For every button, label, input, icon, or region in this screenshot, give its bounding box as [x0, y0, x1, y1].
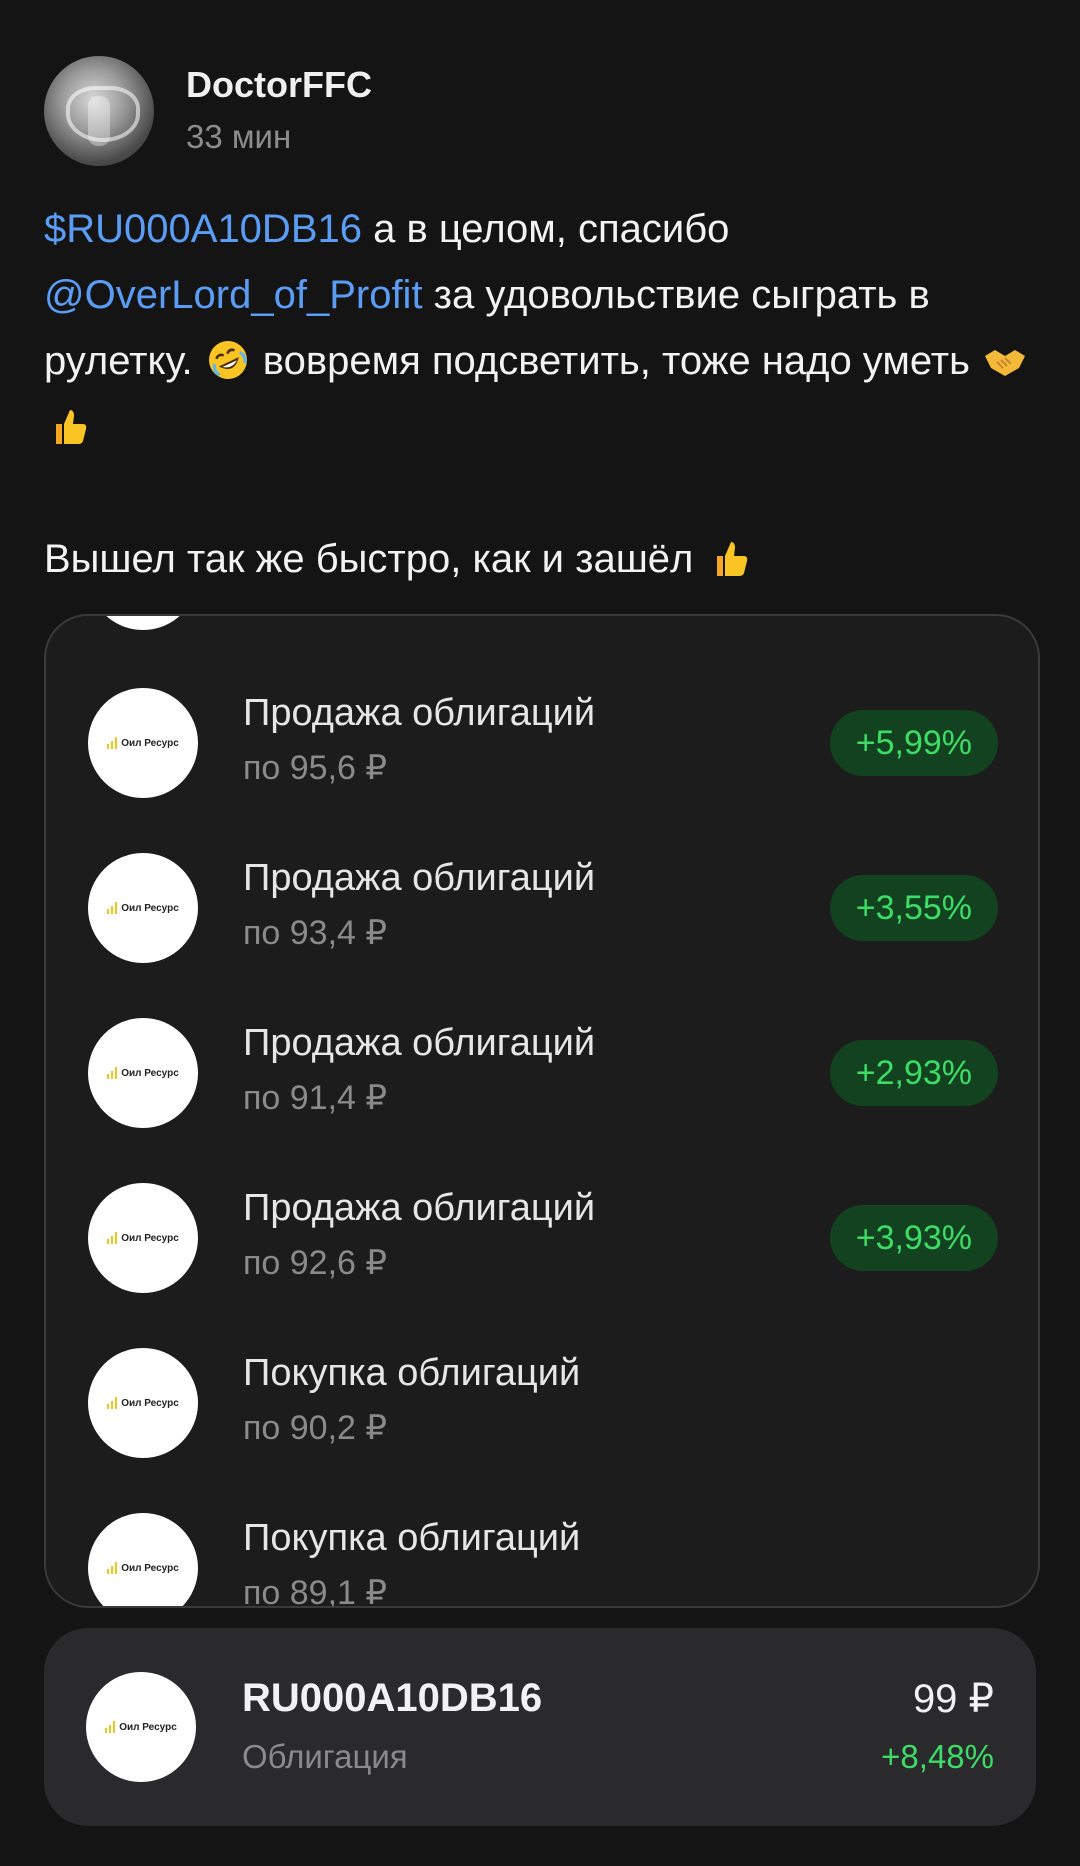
post-text-part-1: а в целом, спасибо	[362, 207, 730, 251]
oil-resource-logo-icon: Оил Ресурс	[86, 1672, 196, 1782]
list-item: Оил Ресурс Продажа облигаций по 92,6 ₽ +…	[88, 1183, 998, 1293]
list-item: Оил Ресурс Продажа облигаций по 95,6 ₽ +…	[88, 688, 998, 798]
row-subtitle: по 89,1 ₽	[243, 1574, 388, 1608]
oil-resource-logo-icon: Оил Ресурс	[88, 1018, 198, 1128]
post-text-part-3: вовремя подсветить, тоже надо уметь	[251, 339, 982, 383]
row-subtitle: по 95,6 ₽	[243, 749, 388, 787]
author-name[interactable]: DoctorFFC	[186, 63, 372, 107]
row-title: Продажа облигаций	[243, 1187, 596, 1229]
oil-resource-logo-icon: Оил Ресурс	[88, 1348, 198, 1458]
list-item: Оил Ресурс Покупка облигаций по 89,1 ₽	[88, 1513, 998, 1608]
profit-badge: +3,55%	[829, 875, 998, 941]
instrument-change: +8,48%	[881, 1738, 994, 1775]
instrument-card[interactable]: Оил Ресурс RU000A10DB16 Облигация 99 ₽ +…	[44, 1628, 1036, 1826]
oil-resource-logo-icon: Оил Ресурс	[88, 1183, 198, 1293]
oil-resource-logo-icon: Оил Ресурс	[88, 853, 198, 963]
cropped-row-top	[46, 616, 1038, 630]
rolling-on-floor-laughing-emoji-icon	[208, 341, 247, 379]
row-subtitle: по 92,6 ₽	[243, 1244, 388, 1282]
thumbs-up-icon	[56, 410, 87, 444]
row-title: Покупка облигаций	[243, 1517, 581, 1559]
list-item: Оил Ресурс Продажа облигаций по 91,4 ₽ +…	[88, 1018, 998, 1128]
thumbs-up-icon	[716, 542, 747, 576]
profit-badge: +5,99%	[829, 710, 998, 776]
row-subtitle: по 90,2 ₽	[243, 1409, 388, 1447]
profit-badge: +3,93%	[829, 1205, 998, 1271]
row-subtitle: по 91,4 ₽	[243, 1079, 388, 1117]
mention-link[interactable]: @OverLord_of_Profit	[44, 273, 423, 317]
row-subtitle: по 93,4 ₽	[243, 914, 388, 952]
row-title: Покупка облигаций	[243, 1352, 581, 1394]
row-title: Продажа облигаций	[243, 857, 596, 899]
post-text: $RU000A10DB16 а в целом, спасибо @OverLo…	[44, 196, 1044, 592]
instrument-ticker: RU000A10DB16	[242, 1676, 543, 1720]
ticker-link[interactable]: $RU000A10DB16	[44, 207, 362, 251]
instrument-type: Облигация	[242, 1738, 408, 1775]
row-title: Продажа облигаций	[243, 692, 596, 734]
list-item: Оил Ресурс Покупка облигаций по 90,2 ₽	[88, 1348, 998, 1458]
profit-badge: +2,93%	[829, 1040, 998, 1106]
post-text-part-4: Вышел так же быстро, как и зашёл	[44, 537, 705, 581]
post-header: DoctorFFC 33 мин	[44, 55, 372, 167]
attached-image[interactable]: Оил Ресурс Продажа облигаций по 95,6 ₽ +…	[44, 614, 1040, 1608]
list-item: Оил Ресурс Продажа облигаций по 93,4 ₽ +…	[88, 853, 998, 963]
oil-resource-logo-icon: Оил Ресурс	[88, 1513, 198, 1606]
author-block: DoctorFFC 33 мин	[186, 63, 372, 159]
post-time: 33 мин	[186, 118, 292, 155]
avatar[interactable]	[44, 56, 154, 166]
handshake-icon	[985, 350, 1026, 376]
oil-resource-logo-icon: Оил Ресурс	[88, 688, 198, 798]
row-title: Продажа облигаций	[243, 1022, 596, 1064]
instrument-price: 99 ₽	[912, 1677, 994, 1721]
